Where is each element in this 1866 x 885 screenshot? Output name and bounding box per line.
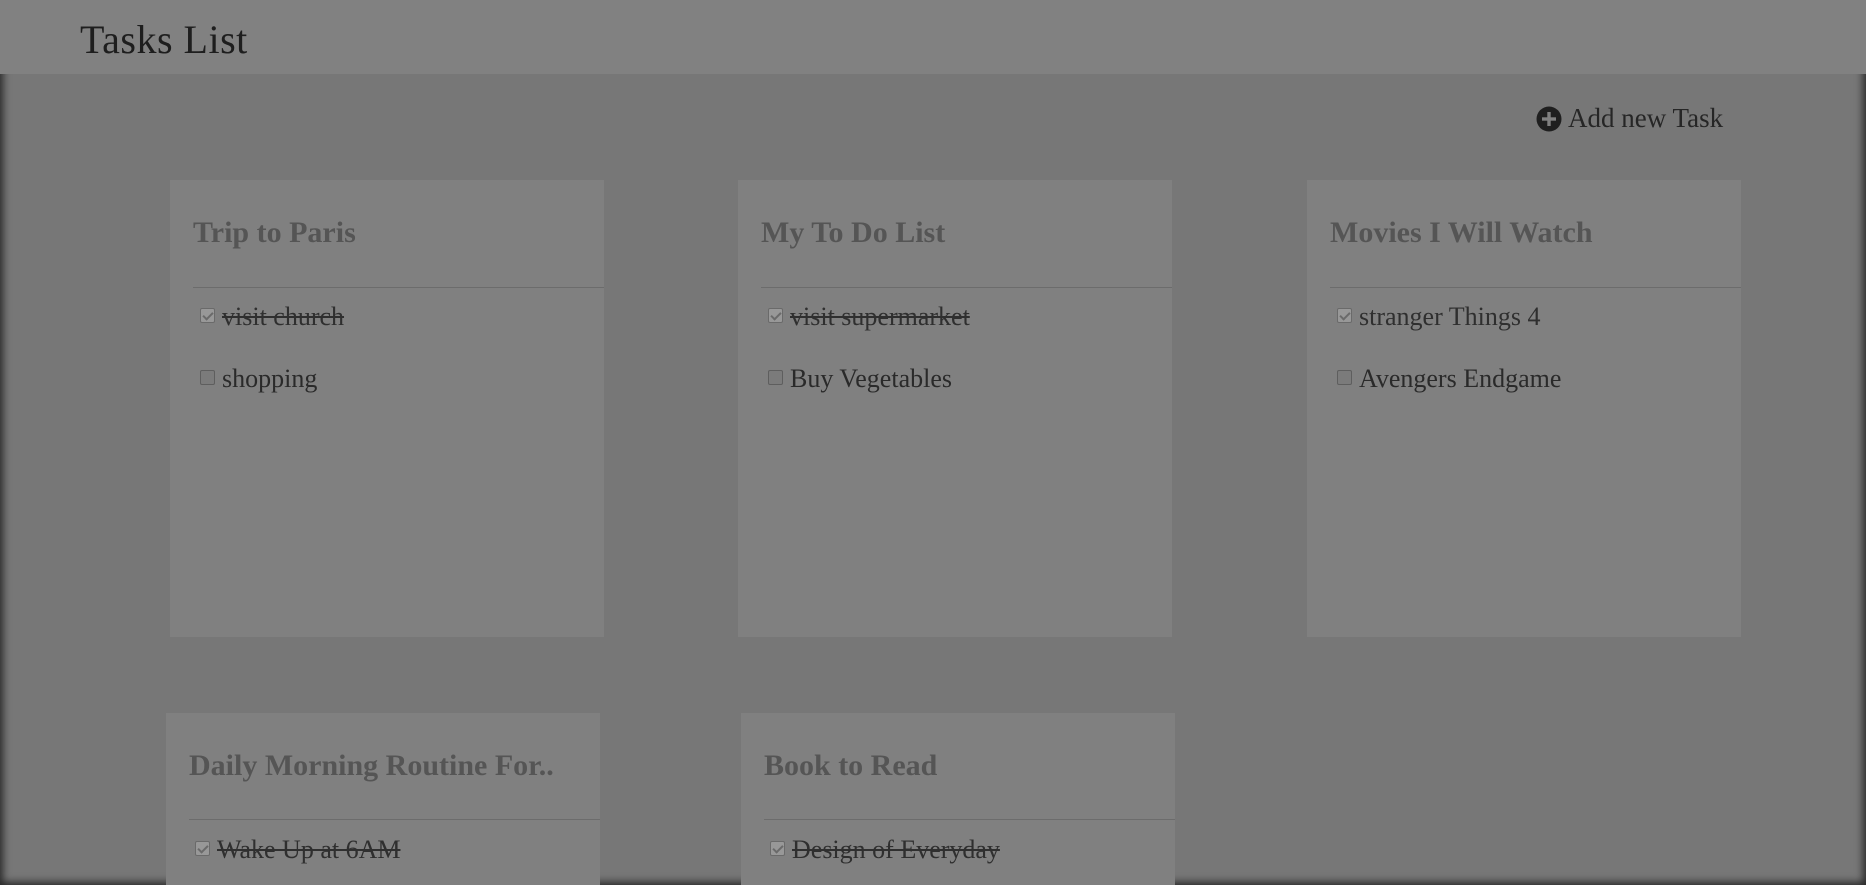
card-title: Daily Morning Routine For.. <box>189 749 554 782</box>
task-checkbox[interactable] <box>768 307 783 323</box>
task-card-daily-morning-routine: Daily Morning Routine For.. Wake Up at 6… <box>166 713 600 885</box>
task-card-my-to-do-list: My To Do List visit supermarket Buy Vege… <box>738 180 1172 637</box>
task-label: shopping <box>222 364 318 393</box>
task-item: Avengers Endgame <box>1337 364 1561 394</box>
card-title: Movies I Will Watch <box>1330 216 1593 249</box>
task-checkbox[interactable] <box>200 369 215 385</box>
task-item: visit supermarket <box>768 302 970 332</box>
task-label: stranger Things 4 <box>1359 302 1541 331</box>
task-label: Wake Up at 6AM <box>217 835 401 864</box>
task-item: stranger Things 4 <box>1337 302 1541 332</box>
task-label: Avengers Endgame <box>1359 364 1562 393</box>
task-item: Wake Up at 6AM <box>195 835 400 865</box>
task-checkbox[interactable] <box>200 307 215 323</box>
task-card-book-to-read: Book to Read Design of Everyday <box>741 713 1175 885</box>
page-title: Tasks List <box>80 17 248 62</box>
task-checkbox[interactable] <box>195 840 210 856</box>
card-divider <box>193 287 604 288</box>
task-label: Buy Vegetables <box>790 364 952 393</box>
add-new-task-button[interactable]: Add new Task <box>1536 103 1723 134</box>
task-checkbox[interactable] <box>1337 307 1352 323</box>
task-checkbox[interactable] <box>768 369 783 385</box>
task-card-movies: Movies I Will Watch stranger Things 4 Av… <box>1307 180 1741 637</box>
task-label: visit church <box>222 302 345 331</box>
card-title: My To Do List <box>761 216 946 249</box>
add-new-task-label: Add new Task <box>1568 103 1724 133</box>
card-divider <box>1330 287 1741 288</box>
task-label: visit supermarket <box>790 302 970 331</box>
task-checkbox[interactable] <box>770 840 785 856</box>
app-window: Tasks List Add new Task Trip to Paris vi… <box>0 0 1866 885</box>
task-item: visit church <box>200 302 344 332</box>
task-checkbox[interactable] <box>1337 369 1352 385</box>
task-card-trip-to-paris: Trip to Paris visit church shopping <box>170 180 604 637</box>
task-item: Buy Vegetables <box>768 364 952 394</box>
card-divider <box>189 819 600 820</box>
card-divider <box>761 287 1172 288</box>
task-item: Design of Everyday <box>770 835 1000 865</box>
card-title: Book to Read <box>764 749 938 782</box>
card-divider <box>764 819 1175 820</box>
task-item: shopping <box>200 364 317 394</box>
plus-circle-icon <box>1536 106 1562 132</box>
card-title: Trip to Paris <box>193 216 356 249</box>
task-label: Design of Everyday <box>792 835 1000 864</box>
top-bar: Tasks List <box>0 0 1866 74</box>
